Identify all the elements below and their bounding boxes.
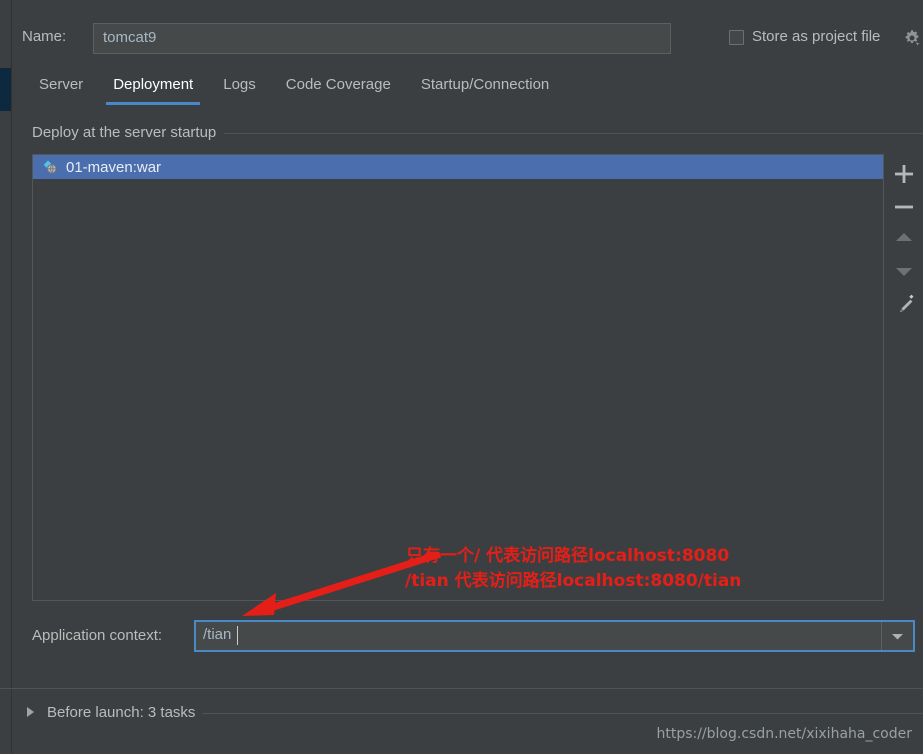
sidebar-strip <box>0 0 11 754</box>
gear-icon[interactable] <box>903 29 921 47</box>
chevron-down-icon <box>892 634 903 640</box>
artifact-war-icon <box>42 159 58 175</box>
tab-startup-connection-label: Startup/Connection <box>420 76 550 93</box>
name-input-value: tomcat9 <box>103 29 157 46</box>
application-context-value: /tian <box>203 626 232 643</box>
application-context-input[interactable]: /tian <box>196 622 881 650</box>
application-context-label: Application context: <box>32 627 163 644</box>
before-launch-label[interactable]: Before launch: 3 tasks <box>47 704 203 721</box>
store-as-project-file-label: Store as project file <box>752 28 881 45</box>
tab-active-underline <box>106 102 201 105</box>
add-artifact-button[interactable] <box>888 159 920 189</box>
store-as-project-file-checkbox[interactable] <box>729 30 744 45</box>
application-context-dropdown-button[interactable] <box>881 622 913 650</box>
tab-code-coverage-label: Code Coverage <box>285 76 391 93</box>
move-down-button[interactable] <box>888 255 920 285</box>
before-launch-top-separator <box>0 688 923 689</box>
annotation-line-2: /tian 代表访问路径localhost:8080/tian <box>405 571 742 591</box>
tab-logs-label: Logs <box>223 76 256 93</box>
tab-code-coverage[interactable]: Code Coverage <box>271 72 406 105</box>
sidebar-selected-item[interactable] <box>0 68 11 111</box>
triangle-right-icon[interactable] <box>27 707 34 717</box>
text-cursor <box>237 626 238 645</box>
edit-artifact-button[interactable] <box>888 288 920 318</box>
artifact-toolbar <box>884 154 923 601</box>
list-item-label: 01-maven:war <box>66 158 162 176</box>
move-up-button[interactable] <box>888 224 920 254</box>
name-input[interactable]: tomcat9 <box>93 23 671 54</box>
tab-startup-connection[interactable]: Startup/Connection <box>406 72 564 105</box>
tab-deployment[interactable]: Deployment <box>98 72 208 105</box>
tab-server[interactable]: Server <box>24 72 98 105</box>
sidebar-divider <box>11 0 12 754</box>
tab-logs[interactable]: Logs <box>208 72 271 105</box>
run-configuration-dialog: Name: tomcat9 Store as project file Serv… <box>0 0 923 754</box>
artifact-list[interactable]: 01-maven:war <box>32 154 884 601</box>
application-context-combobox[interactable]: /tian <box>194 620 915 652</box>
tab-server-label: Server <box>39 76 84 93</box>
deploy-group-title: Deploy at the server startup <box>32 124 225 141</box>
list-item[interactable]: 01-maven:war <box>33 155 883 179</box>
name-label: Name: <box>22 28 67 45</box>
tab-deployment-label: Deployment <box>113 76 194 93</box>
annotation-line-1: 只有一个/ 代表访问路径localhost:8080 <box>406 546 730 566</box>
watermark: https://blog.csdn.net/xixihaha_coder <box>656 726 912 742</box>
configuration-tabs: Server Deployment Logs Code Coverage Sta… <box>24 72 564 105</box>
remove-artifact-button[interactable] <box>888 192 920 222</box>
